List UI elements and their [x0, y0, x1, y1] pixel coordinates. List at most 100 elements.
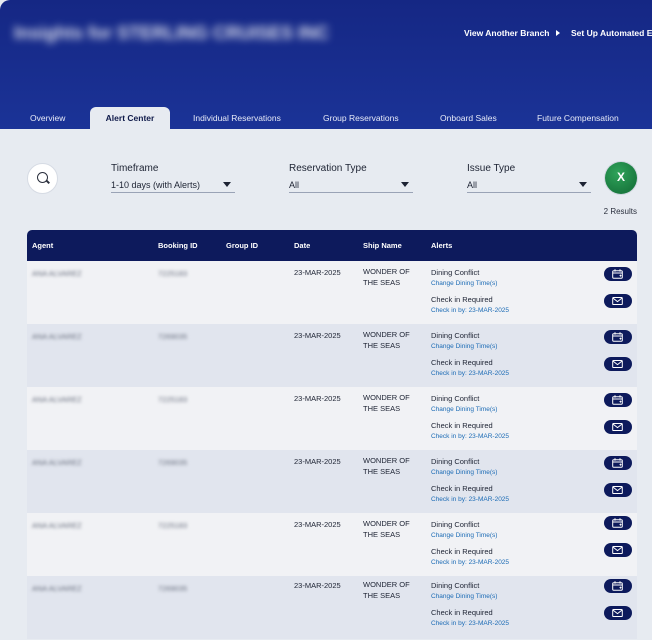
- timeframe-value: 1-10 days (with Alerts): [111, 180, 201, 190]
- table-row: ANA ALVAREZ 7269035 23-MAR-2025 WONDER O…: [27, 576, 637, 639]
- table-row: ANA ALVAREZ 7225183 23-MAR-2025 WONDER O…: [27, 387, 637, 450]
- tab-future-compensation[interactable]: Future Compensation: [537, 107, 619, 129]
- email-button[interactable]: [604, 483, 632, 497]
- mail-icon: [612, 360, 623, 368]
- date-cell: 23-MAR-2025: [294, 268, 341, 277]
- alert-dining-conflict: Dining Conflict: [431, 457, 480, 466]
- agent-cell: ANA ALVAREZ: [32, 269, 82, 278]
- mail-icon: [612, 546, 623, 554]
- ship-name-cell: WONDER OF THE SEAS: [363, 330, 410, 350]
- booking-id-cell[interactable]: 7225183: [158, 521, 187, 530]
- change-dining-link[interactable]: Change Dining Time(s): [431, 593, 497, 600]
- check-in-link[interactable]: Check in by: 23-MAR-2025: [431, 433, 509, 440]
- view-another-branch-label: View Another Branch: [464, 28, 550, 38]
- check-in-link[interactable]: Check in by: 23-MAR-2025: [431, 620, 509, 627]
- page-header: Insights for STERLING CRUISES INC View A…: [0, 0, 652, 129]
- date-cell: 23-MAR-2025: [294, 581, 341, 590]
- reservation-type-label: Reservation Type: [289, 163, 367, 174]
- table-row: ANA ALVAREZ 7269035 23-MAR-2025 WONDER O…: [27, 450, 637, 513]
- date-cell: 23-MAR-2025: [294, 457, 341, 466]
- calendar-button[interactable]: [604, 393, 632, 407]
- calendar-icon: [612, 518, 623, 528]
- mail-icon: [612, 423, 623, 431]
- check-in-link[interactable]: Check in by: 23-MAR-2025: [431, 559, 509, 566]
- alert-dining-conflict: Dining Conflict: [431, 331, 480, 340]
- tab-overview[interactable]: Overview: [30, 107, 65, 129]
- alert-check-in-required: Check in Required: [431, 547, 493, 556]
- tab-alert-center[interactable]: Alert Center: [90, 107, 170, 129]
- calendar-icon: [612, 458, 623, 468]
- alert-check-in-required: Check in Required: [431, 421, 493, 430]
- caret-down-icon: [223, 182, 231, 187]
- email-button[interactable]: [604, 606, 632, 620]
- ship-name-cell: WONDER OF THE SEAS: [363, 393, 410, 413]
- check-in-link[interactable]: Check in by: 23-MAR-2025: [431, 370, 509, 377]
- agent-cell: ANA ALVAREZ: [32, 332, 82, 341]
- tab-individual-reservations[interactable]: Individual Reservations: [193, 107, 281, 129]
- calendar-icon: [612, 581, 623, 591]
- calendar-icon: [612, 269, 623, 279]
- timeframe-select[interactable]: 1-10 days (with Alerts): [111, 179, 235, 193]
- calendar-button[interactable]: [604, 267, 632, 281]
- date-cell: 23-MAR-2025: [294, 331, 341, 340]
- agent-cell: ANA ALVAREZ: [32, 584, 82, 593]
- column-header-date: Date: [294, 241, 311, 250]
- chevron-right-icon: [555, 30, 560, 36]
- timeframe-label: Timeframe: [111, 163, 159, 174]
- column-header-agent: Agent: [32, 241, 54, 250]
- alert-dining-conflict: Dining Conflict: [431, 394, 480, 403]
- agent-cell: ANA ALVAREZ: [32, 395, 82, 404]
- calendar-button[interactable]: [604, 456, 632, 470]
- mail-icon: [612, 297, 623, 305]
- excel-icon: X: [616, 170, 625, 184]
- ship-name-cell: WONDER OF THE SEAS: [363, 456, 410, 476]
- change-dining-link[interactable]: Change Dining Time(s): [431, 469, 497, 476]
- booking-id-cell[interactable]: 7225183: [158, 269, 187, 278]
- booking-id-cell[interactable]: 7269035: [158, 584, 187, 593]
- tab-onboard-sales[interactable]: Onboard Sales: [440, 107, 497, 129]
- ship-name-cell: WONDER OF THE SEAS: [363, 580, 410, 600]
- tab-group-reservations[interactable]: Group Reservations: [323, 107, 399, 129]
- check-in-link[interactable]: Check in by: 23-MAR-2025: [431, 307, 509, 314]
- table-row: ANA ALVAREZ 7225183 23-MAR-2025 WONDER O…: [27, 513, 637, 576]
- email-button[interactable]: [604, 543, 632, 557]
- change-dining-link[interactable]: Change Dining Time(s): [431, 343, 497, 350]
- calendar-button[interactable]: [604, 579, 632, 593]
- calendar-icon: [612, 395, 623, 405]
- table-row: ANA ALVAREZ 7269035 23-MAR-2025 WONDER O…: [27, 324, 637, 387]
- column-header-alerts: Alerts: [431, 241, 453, 250]
- issue-type-select[interactable]: All: [467, 179, 591, 193]
- set-up-automated-link[interactable]: Set Up Automated E: [571, 28, 652, 38]
- email-button[interactable]: [604, 294, 632, 308]
- reservation-type-value: All: [289, 180, 300, 190]
- change-dining-link[interactable]: Change Dining Time(s): [431, 280, 497, 287]
- ship-name-cell: WONDER OF THE SEAS: [363, 267, 410, 287]
- alert-check-in-required: Check in Required: [431, 358, 493, 367]
- agent-cell: ANA ALVAREZ: [32, 521, 82, 530]
- booking-id-cell[interactable]: 7269035: [158, 458, 187, 467]
- booking-id-cell[interactable]: 7225183: [158, 395, 187, 404]
- table-header: Agent Booking ID Group ID Date Ship Name…: [27, 230, 637, 261]
- issue-type-value: All: [467, 180, 478, 190]
- email-button[interactable]: [604, 420, 632, 434]
- calendar-button[interactable]: [604, 330, 632, 344]
- booking-id-cell[interactable]: 7269035: [158, 332, 187, 341]
- date-cell: 23-MAR-2025: [294, 394, 341, 403]
- check-in-link[interactable]: Check in by: 23-MAR-2025: [431, 496, 509, 503]
- change-dining-link[interactable]: Change Dining Time(s): [431, 532, 497, 539]
- email-button[interactable]: [604, 357, 632, 371]
- search-button[interactable]: [27, 163, 58, 194]
- view-another-branch-link[interactable]: View Another Branch: [464, 28, 560, 38]
- alert-dining-conflict: Dining Conflict: [431, 268, 480, 277]
- calendar-icon: [612, 332, 623, 342]
- caret-down-icon: [401, 182, 409, 187]
- alert-check-in-required: Check in Required: [431, 608, 493, 617]
- issue-type-label: Issue Type: [467, 163, 516, 174]
- calendar-button[interactable]: [604, 516, 632, 530]
- agent-cell: ANA ALVAREZ: [32, 458, 82, 467]
- change-dining-link[interactable]: Change Dining Time(s): [431, 406, 497, 413]
- column-header-group-id: Group ID: [226, 241, 259, 250]
- mail-icon: [612, 609, 623, 617]
- reservation-type-select[interactable]: All: [289, 179, 413, 193]
- export-excel-button[interactable]: X: [605, 162, 637, 194]
